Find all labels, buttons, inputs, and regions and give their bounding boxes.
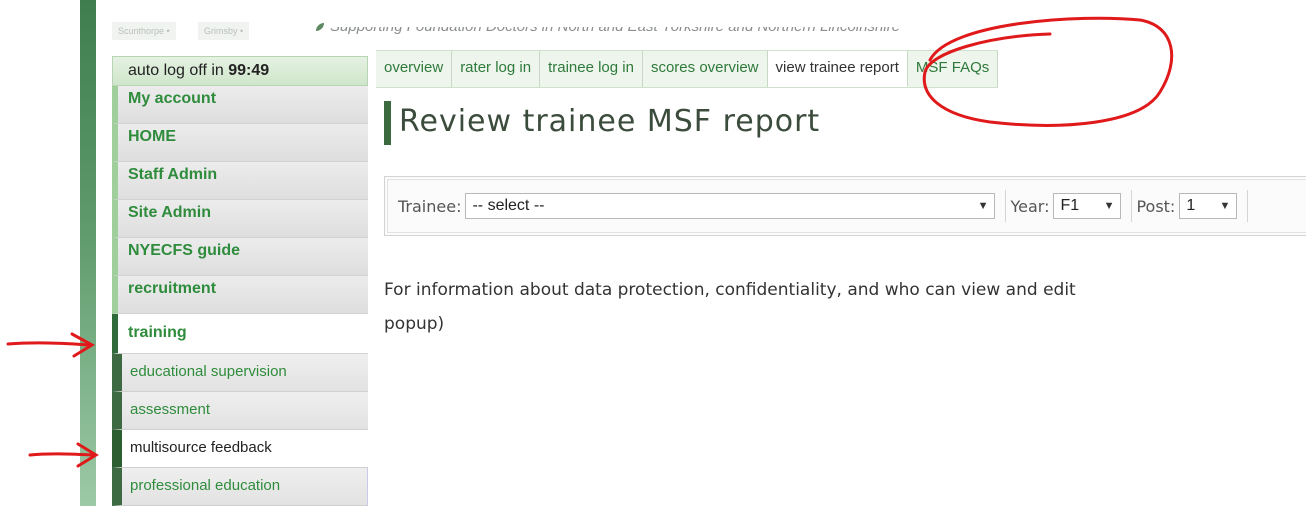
- dropdown-arrow-icon: ▼: [1219, 200, 1231, 212]
- post-label: Post:: [1136, 196, 1176, 216]
- sidebar-subitem-multisource-feedback[interactable]: multisource feedback: [112, 430, 368, 468]
- post-select[interactable]: 1 ▼: [1179, 193, 1238, 219]
- year-select[interactable]: F1 ▼: [1053, 193, 1122, 219]
- tab-trainee-log-in[interactable]: trainee log in: [540, 51, 643, 87]
- report-filter-bar: Trainee: -- select -- ▼ Year: F1 ▼ Post:…: [384, 176, 1306, 236]
- autolog-time: 99:49: [228, 62, 270, 79]
- filter-divider: [1005, 190, 1007, 222]
- heading-accent-bar: [384, 101, 391, 145]
- page-title: Review trainee MSF report: [399, 104, 821, 139]
- trainee-select[interactable]: -- select -- ▼: [465, 193, 996, 219]
- top-nav-tabs: overview rater log in trainee log in sco…: [376, 50, 999, 88]
- sidebar-subitem-educational-supervision[interactable]: educational supervision: [112, 354, 368, 392]
- town-tab-scunthorpe[interactable]: Scunthorpe •: [112, 22, 176, 40]
- sidebar-item-my-account[interactable]: My account: [112, 86, 368, 124]
- year-select-value: F1: [1060, 197, 1080, 214]
- sidebar-nav: My account HOME Staff Admin Site Admin N…: [112, 86, 368, 506]
- leaf-logo-icon: [316, 23, 324, 31]
- sidebar-item-home[interactable]: HOME: [112, 124, 368, 162]
- tab-view-trainee-report[interactable]: view trainee report: [767, 51, 908, 87]
- dropdown-arrow-icon: ▼: [977, 200, 989, 212]
- site-banner: Scunthorpe • Grimsby • Supporting Founda…: [104, 0, 1306, 56]
- sidebar-item-nyecfs-guide[interactable]: NYECFS guide: [112, 238, 368, 276]
- dropdown-arrow-icon: ▼: [1103, 200, 1115, 212]
- sidebar-item-staff-admin[interactable]: Staff Admin: [112, 162, 368, 200]
- trainee-select-value: -- select --: [472, 197, 545, 214]
- town-tab-grimsby[interactable]: Grimsby •: [198, 22, 250, 40]
- sidebar-item-training[interactable]: training: [112, 314, 368, 354]
- filter-divider: [1247, 190, 1249, 222]
- filter-divider: [1131, 190, 1133, 222]
- sidebar-item-recruitment[interactable]: recruitment: [112, 276, 368, 314]
- tab-rater-log-in[interactable]: rater log in: [452, 51, 541, 87]
- post-select-value: 1: [1186, 197, 1196, 214]
- sidebar-item-site-admin[interactable]: Site Admin: [112, 200, 368, 238]
- autolog-label: auto log off in: [128, 62, 224, 79]
- auto-logoff-timer: auto log off in 99:49: [112, 56, 368, 86]
- data-protection-info: For information about data protection, c…: [384, 273, 1306, 341]
- tab-msf-faqs[interactable]: MSF FAQs: [908, 51, 999, 87]
- sidebar-subitem-assessment[interactable]: assessment: [112, 392, 368, 430]
- tab-scores-overview[interactable]: scores overview: [643, 51, 768, 87]
- tab-overview[interactable]: overview: [376, 51, 453, 87]
- info-line-2: popup): [384, 314, 445, 334]
- site-tagline: Supporting Foundation Doctors in North a…: [330, 18, 901, 35]
- left-decor-strip: [80, 0, 96, 506]
- trainee-label: Trainee:: [398, 196, 462, 216]
- sidebar-subitem-professional-education[interactable]: professional education: [112, 468, 368, 506]
- year-label: Year:: [1010, 196, 1050, 216]
- info-line-1: For information about data protection, c…: [384, 280, 1076, 300]
